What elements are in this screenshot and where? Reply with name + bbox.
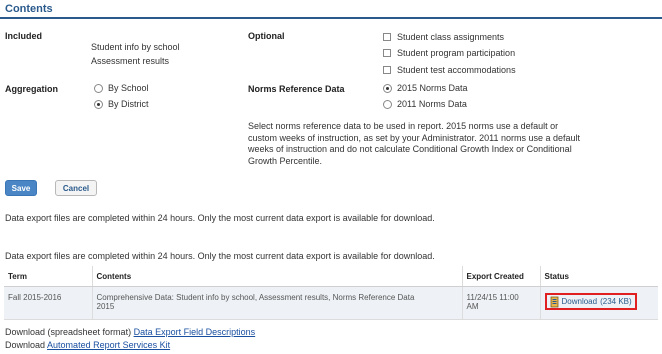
column-header-term: Term (4, 266, 92, 287)
section-divider (0, 17, 662, 19)
table-row: Fall 2015-2016 Comprehensive Data: Stude… (4, 286, 658, 320)
created-line: AM (466, 302, 479, 311)
radio-label: 2015 Norms Data (397, 83, 468, 93)
column-header-status: Status (539, 266, 658, 287)
contents-line: 2015 (96, 302, 115, 311)
download-link[interactable]: Download (234 KB) (544, 293, 637, 310)
download-size: (234 KB) (600, 297, 632, 306)
student-program-participation-checkbox[interactable] (383, 49, 391, 57)
footer-line-2: Download Automated Report Services Kit (5, 340, 170, 350)
status-cell: Download (234 KB) (539, 286, 658, 320)
footer-prefix: Download (5, 340, 46, 350)
radio-label: 2011 Norms Data (397, 99, 467, 109)
cancel-button[interactable]: Cancel (55, 180, 97, 196)
optional-label: Optional (248, 31, 285, 41)
footer-line-1: Download (spreadsheet format) Data Expor… (5, 327, 255, 337)
radio-label: By District (108, 99, 149, 109)
footer-prefix: Download (spreadsheet format) (5, 327, 132, 337)
help-line: Select norms reference data to be used i… (248, 121, 559, 131)
export-notice: Data export files are completed within 2… (5, 213, 435, 223)
term-cell: Fall 2015-2016 (4, 286, 92, 320)
column-header-contents: Contents (91, 266, 462, 287)
optional-item-label: Student program participation (397, 48, 516, 58)
contents-cell: Comprehensive Data: Student info by scho… (91, 286, 462, 320)
help-line: Growth Percentile. (248, 155, 323, 166)
included-item: Student info by school (91, 42, 180, 52)
norms-label: Norms Reference Data (248, 84, 345, 94)
optional-item-label: Student test accommodations (397, 65, 516, 75)
help-line: custom weeks of instruction, as set by y… (248, 132, 580, 143)
save-button[interactable]: Save (5, 180, 37, 196)
table-header-row: Term Contents Export Created Status (4, 266, 658, 287)
column-header-export-created: Export Created (461, 266, 540, 287)
norms-2011-radio[interactable] (383, 100, 392, 109)
report-services-kit-link[interactable]: Automated Report Services Kit (47, 340, 170, 350)
download-label[interactable]: Download (562, 297, 598, 306)
created-line: 11/24/15 11:00 (466, 293, 519, 302)
exports-table: Term Contents Export Created Status Fall… (4, 266, 658, 320)
student-class-assignments-checkbox[interactable] (383, 33, 391, 41)
field-descriptions-link[interactable]: Data Export Field Descriptions (134, 327, 256, 337)
export-created-cell: 11/24/15 11:00 AM (461, 286, 540, 320)
download-file-icon (550, 296, 559, 308)
included-item: Assessment results (91, 56, 170, 66)
norms-help-text: Select norms reference data to be used i… (248, 121, 580, 167)
aggregation-label: Aggregation (5, 84, 58, 94)
student-test-accommodations-checkbox[interactable] (383, 66, 391, 74)
optional-item-label: Student class assignments (397, 32, 505, 42)
norms-2015-radio[interactable] (383, 84, 392, 93)
export-notice: Data export files are completed within 2… (5, 251, 435, 261)
contents-line: Comprehensive Data: Student info by scho… (96, 293, 415, 302)
included-label: Included (5, 31, 43, 41)
by-school-radio[interactable] (94, 84, 103, 93)
radio-label: By School (108, 83, 149, 93)
by-district-radio[interactable] (94, 100, 103, 109)
section-title: Contents (5, 3, 53, 15)
help-line: weeks of instruction and do not calculat… (248, 144, 572, 154)
